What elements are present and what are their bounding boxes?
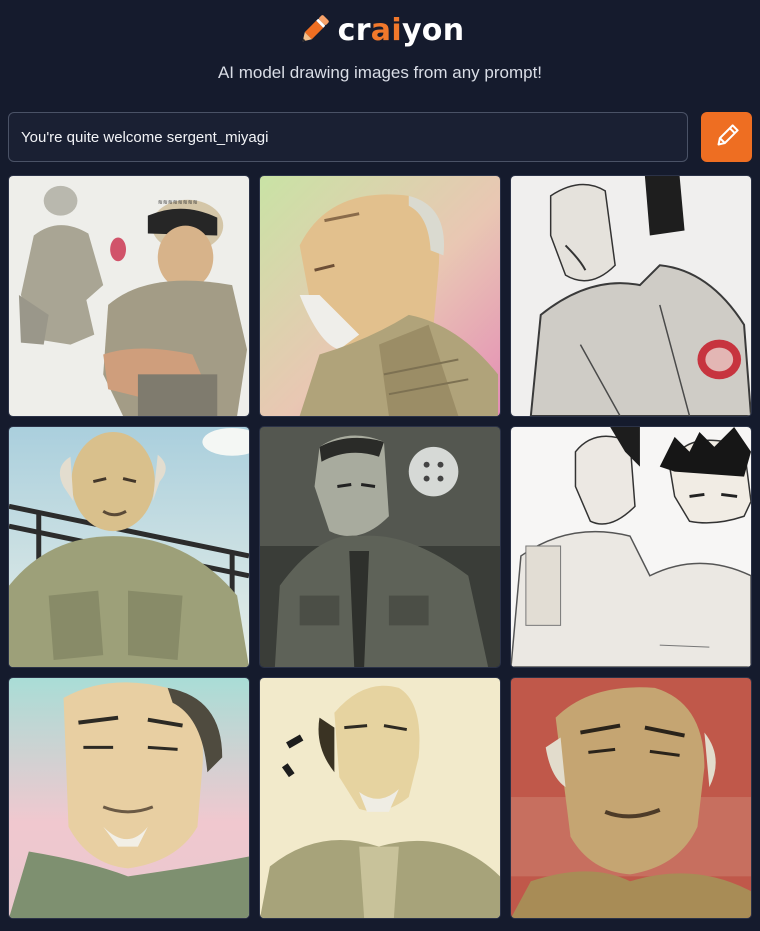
generated-image[interactable] — [510, 426, 752, 668]
generated-image[interactable] — [259, 426, 501, 668]
pencil-icon — [296, 12, 332, 48]
tagline: AI model drawing images from any prompt! — [217, 63, 543, 82]
generated-image[interactable] — [259, 677, 501, 919]
brand-name: craiyon — [337, 12, 465, 48]
header: craiyon AI model drawing images from any… — [0, 8, 760, 83]
draw-button[interactable] — [701, 112, 752, 162]
generated-image[interactable] — [8, 426, 250, 668]
results-grid: ≋≋≋≋≋≋≋≋ — [8, 175, 752, 919]
generated-image[interactable] — [259, 175, 501, 417]
prompt-row — [8, 112, 752, 162]
svg-text:≋≋≋≋≋≋≋≋: ≋≋≋≋≋≋≋≋ — [158, 200, 198, 206]
generated-image[interactable] — [510, 677, 752, 919]
generated-image[interactable] — [8, 677, 250, 919]
prompt-input[interactable] — [8, 112, 688, 162]
pencil-icon — [714, 123, 740, 152]
generated-image[interactable] — [510, 175, 752, 417]
generated-image[interactable]: ≋≋≋≋≋≋≋≋ — [8, 175, 250, 417]
craiyon-logo[interactable]: craiyon — [296, 8, 465, 52]
